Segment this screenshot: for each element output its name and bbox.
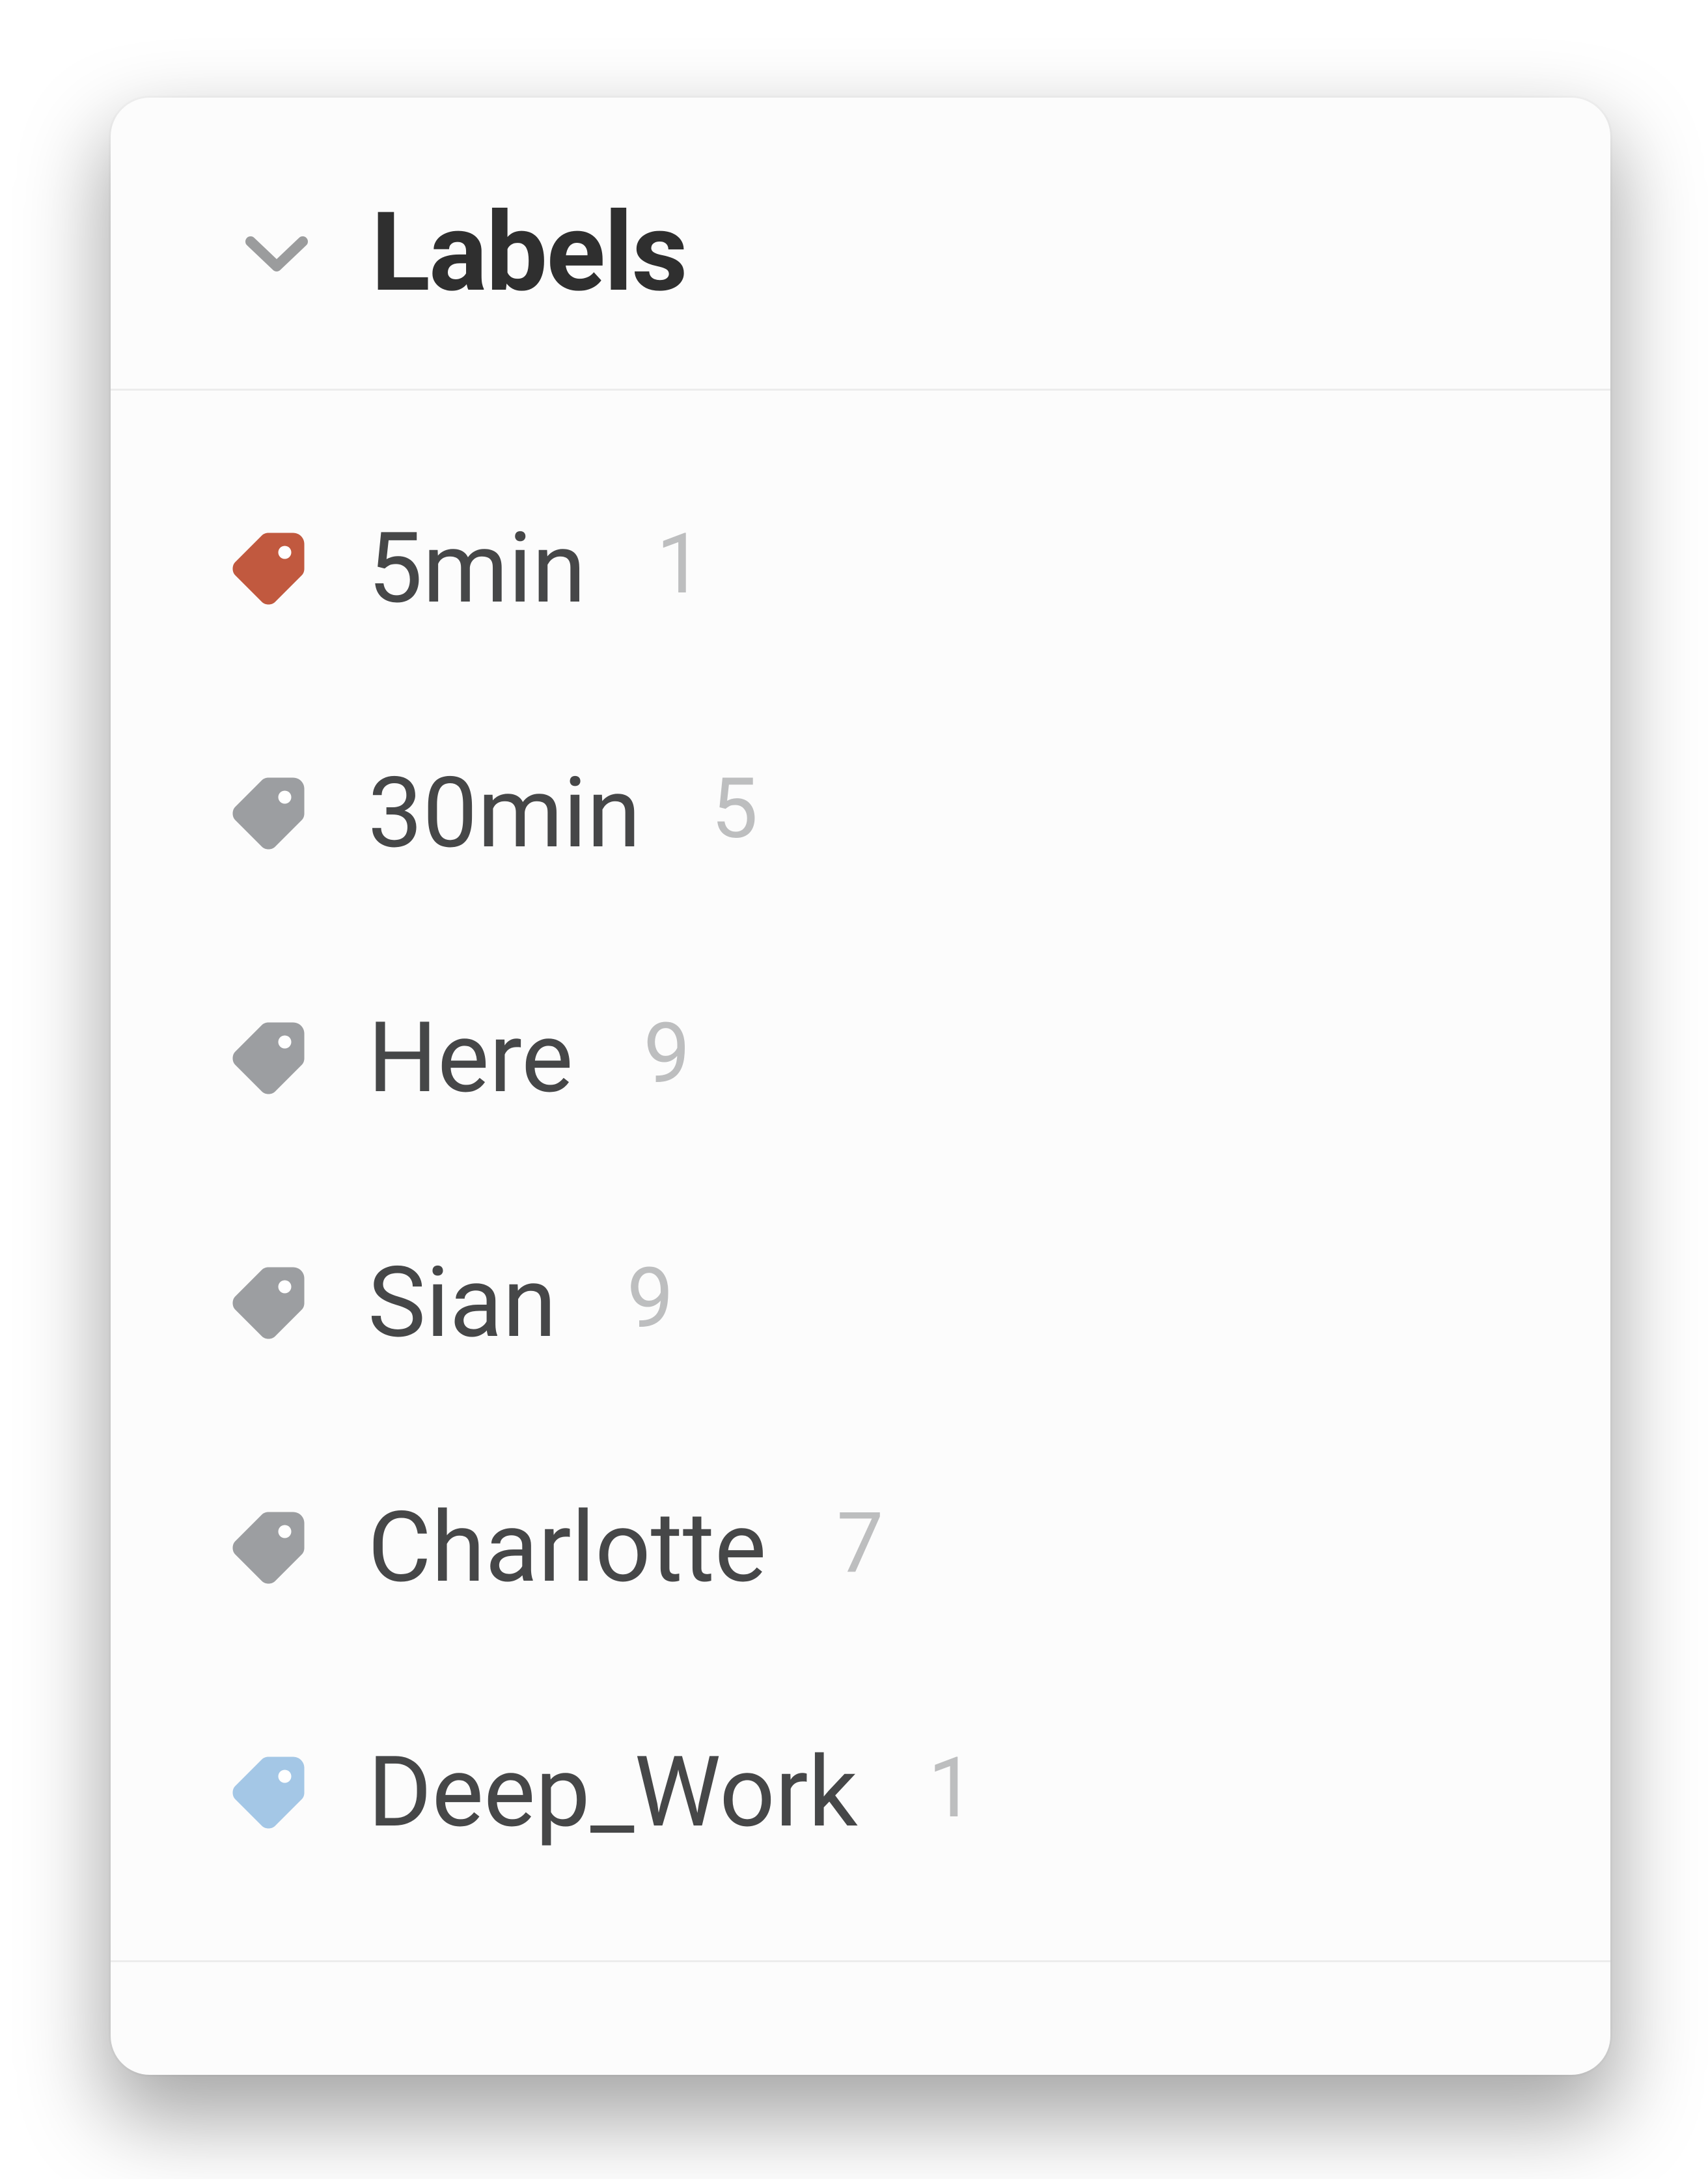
tag-icon: [228, 1507, 309, 1589]
labels-section-header[interactable]: Labels: [111, 98, 1610, 391]
chevron-down-icon: [238, 214, 316, 292]
labels-section-title: Labels: [371, 189, 687, 317]
tag-icon: [228, 1018, 309, 1099]
label-deep-work[interactable]: Deep_Work 1: [228, 1670, 1503, 1915]
label-count: 9: [644, 1005, 691, 1103]
label-30min[interactable]: 30min 5: [228, 691, 1503, 936]
label-count: 1: [656, 516, 703, 613]
tag-icon: [228, 528, 309, 609]
label-name: 5min: [368, 511, 586, 626]
label-name: 30min: [368, 756, 640, 870]
label-count: 1: [928, 1740, 975, 1837]
tag-icon: [228, 1262, 309, 1344]
label-5min[interactable]: 5min 1: [228, 446, 1503, 691]
label-name: Here: [368, 1001, 573, 1115]
label-name: Charlotte: [368, 1490, 766, 1605]
label-sian[interactable]: Sian 9: [228, 1180, 1503, 1425]
label-name: Sian: [368, 1245, 557, 1360]
label-count: 5: [711, 760, 758, 858]
label-count: 7: [836, 1495, 883, 1592]
label-count: 9: [627, 1250, 674, 1348]
tag-icon: [228, 1752, 309, 1833]
tag-icon: [228, 773, 309, 854]
label-charlotte[interactable]: Charlotte 7: [228, 1425, 1503, 1670]
label-here[interactable]: Here 9: [228, 936, 1503, 1180]
labels-list: 5min 1 30min 5: [111, 391, 1610, 1962]
labels-panel: Labels 5min 1: [111, 98, 1610, 2075]
label-name: Deep_Work: [368, 1735, 858, 1850]
